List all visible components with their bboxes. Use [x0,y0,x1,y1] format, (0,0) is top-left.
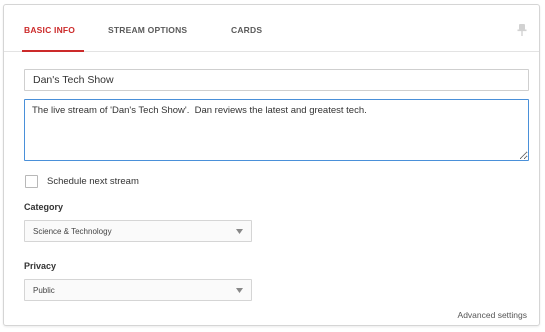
tab-bar: BASIC INFO STREAM OPTIONS CARDS [4,5,539,52]
schedule-label: Schedule next stream [47,176,139,187]
privacy-select[interactable]: Public [24,279,252,301]
category-selected-value: Science & Technology [33,227,112,236]
pin-icon[interactable] [515,23,529,37]
description-textarea[interactable]: The live stream of 'Dan's Tech Show'. Da… [24,99,529,161]
tab-basic-info[interactable]: BASIC INFO [22,25,84,52]
category-select[interactable]: Science & Technology [24,220,252,242]
tab-stream-options[interactable]: STREAM OPTIONS [108,25,187,52]
basic-info-panel: BASIC INFO STREAM OPTIONS CARDS The live… [3,4,540,326]
tab-cards[interactable]: CARDS [231,25,262,52]
schedule-checkbox[interactable] [25,175,38,188]
advanced-settings-link[interactable]: Advanced settings [458,310,527,320]
chevron-down-icon [236,229,243,234]
category-label: Category [24,202,64,212]
privacy-selected-value: Public [33,286,55,295]
title-input[interactable] [24,69,529,91]
privacy-label: Privacy [24,261,57,271]
chevron-down-icon [236,288,243,293]
